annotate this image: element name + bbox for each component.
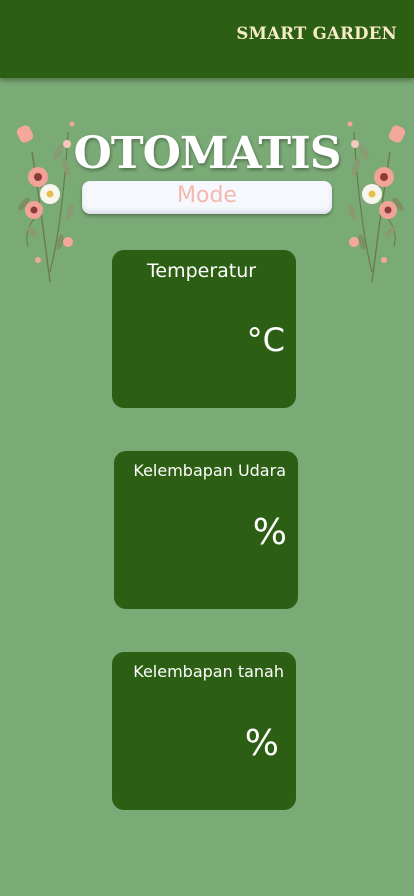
app-title: SMART GARDEN [236, 24, 397, 43]
air-humidity-label: Kelembapan Udara [133, 461, 286, 480]
app-bar: SMART GARDEN [0, 0, 414, 78]
soil-humidity-card: Kelembapan tanah % [112, 652, 296, 810]
soil-humidity-unit: % [244, 723, 279, 764]
air-humidity-card: Kelembapan Udara % [114, 451, 298, 609]
temperature-label: Temperatur [147, 260, 257, 282]
temperature-card: Temperatur °C [112, 250, 296, 408]
mode-badge[interactable]: Mode [82, 181, 332, 214]
mode-title: OTOMATIS [73, 128, 342, 179]
air-humidity-unit: % [252, 512, 287, 553]
soil-humidity-label: Kelembapan tanah [133, 662, 284, 681]
temperature-unit: °C [246, 321, 285, 359]
mode-badge-label: Mode [177, 183, 237, 208]
